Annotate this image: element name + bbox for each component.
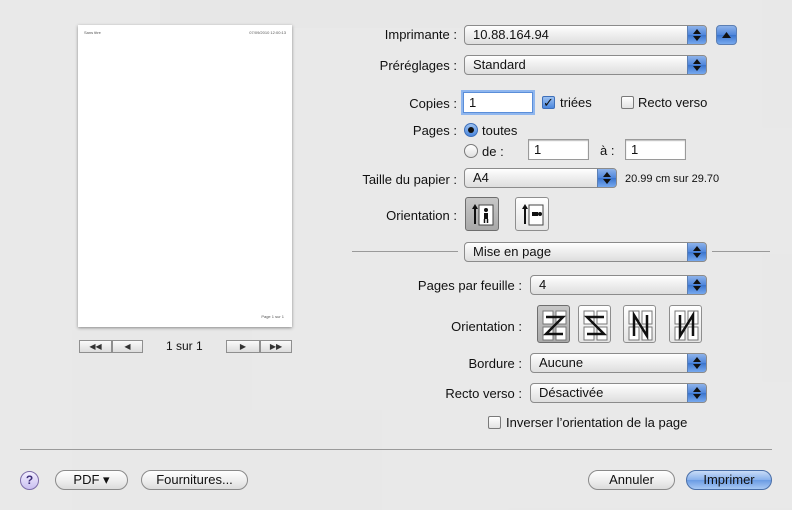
popup-arrows-icon <box>687 56 706 74</box>
border-select[interactable]: Aucune <box>530 353 707 373</box>
preview-header-right: 07/09/2010 12:00:13 <box>249 30 286 35</box>
layout-z-button[interactable] <box>537 305 570 343</box>
footer-separator <box>20 449 772 450</box>
portrait-orientation-button[interactable] <box>465 197 499 231</box>
reverse-orientation-label: Inverser l’orientation de la page <box>506 415 688 430</box>
collapse-details-button[interactable] <box>716 25 737 45</box>
reverse-orientation-checkbox[interactable] <box>488 416 501 429</box>
pages-per-sheet-value: 4 <box>539 277 547 292</box>
orientation-label: Orientation : <box>386 208 457 223</box>
supplies-button[interactable]: Fournitures... <box>141 470 248 490</box>
duplex-checkbox[interactable] <box>621 96 634 109</box>
pages-from-input[interactable]: 1 <box>528 139 589 160</box>
presets-select[interactable]: Standard <box>464 55 707 75</box>
paper-size-label: Taille du papier : <box>362 172 457 187</box>
pages-per-sheet-label: Pages par feuille : <box>417 278 522 293</box>
pages-label: Pages : <box>412 123 457 138</box>
first-page-button[interactable]: ◀◀ <box>79 340 112 353</box>
triangle-up-icon <box>722 32 731 38</box>
printer-value: 10.88.164.94 <box>473 27 549 42</box>
section-separator-left <box>352 251 458 252</box>
presets-label: Préréglages : <box>379 58 457 73</box>
collated-checkbox[interactable]: ✓ <box>542 96 555 109</box>
layout-reverse-n-button[interactable] <box>669 305 702 343</box>
pages-all-radio[interactable] <box>464 123 478 137</box>
preview-header-left: Sans titre <box>84 30 101 35</box>
layout-reverse-n-icon <box>674 310 699 341</box>
layout-n-icon <box>628 310 653 341</box>
print-dialog: Sans titre 07/09/2010 12:00:13 Page 1 su… <box>0 0 792 510</box>
pages-all-label: toutes <box>482 123 518 138</box>
copies-label: Copies : <box>409 96 457 111</box>
two-sided-label: Recto verso : <box>445 386 522 401</box>
previous-page-button[interactable]: ◀ <box>112 340 143 353</box>
popup-arrows-icon <box>687 354 706 372</box>
duplex-label: Recto verso <box>638 95 708 110</box>
landscape-icon <box>522 204 544 226</box>
two-sided-select[interactable]: Désactivée <box>530 383 707 403</box>
print-button[interactable]: Imprimer <box>686 470 772 490</box>
border-label: Bordure : <box>468 356 522 371</box>
layout-n-button[interactable] <box>623 305 656 343</box>
next-page-button[interactable]: ▶ <box>226 340 260 353</box>
paper-size-value: A4 <box>473 170 489 185</box>
pages-to-input[interactable]: 1 <box>625 139 686 160</box>
popup-arrows-icon <box>687 243 706 261</box>
popup-arrows-icon <box>687 276 706 294</box>
paper-size-select[interactable]: A4 <box>464 168 617 188</box>
two-sided-value: Désactivée <box>539 385 604 400</box>
section-select[interactable]: Mise en page <box>464 242 707 262</box>
paper-dimensions: 20.99 cm sur 29.70 <box>625 173 720 185</box>
layout-direction-label: Orientation : <box>451 319 522 334</box>
collated-label: triées <box>560 95 592 110</box>
copies-input[interactable]: 1 <box>463 92 533 113</box>
border-value: Aucune <box>539 355 584 370</box>
portrait-icon <box>472 204 494 226</box>
layout-reverse-z-button[interactable] <box>578 305 611 343</box>
printer-select[interactable]: 10.88.164.94 <box>464 25 707 45</box>
pages-to-label: à : <box>600 143 615 158</box>
pages-range-label: de : <box>482 144 504 159</box>
pages-per-sheet-select[interactable]: 4 <box>530 275 707 295</box>
section-value: Mise en page <box>473 244 552 259</box>
help-button[interactable]: ? <box>20 471 39 490</box>
popup-arrows-icon <box>687 26 706 44</box>
section-separator-right <box>712 251 770 252</box>
preview-footer: Page 1 sur 1 <box>261 314 284 319</box>
pages-range-radio[interactable] <box>464 144 478 158</box>
last-page-button[interactable]: ▶▶ <box>260 340 292 353</box>
page-counter: 1 sur 1 <box>166 339 203 353</box>
popup-arrows-icon <box>687 384 706 402</box>
cancel-button[interactable]: Annuler <box>588 470 675 490</box>
landscape-orientation-button[interactable] <box>515 197 549 231</box>
page-preview: Sans titre 07/09/2010 12:00:13 Page 1 su… <box>78 25 292 327</box>
presets-value: Standard <box>473 57 526 72</box>
popup-arrows-icon <box>597 169 616 187</box>
pdf-menu-button[interactable]: PDF ▾ <box>55 470 128 490</box>
layout-reverse-z-icon <box>583 310 608 341</box>
layout-z-icon <box>542 310 567 341</box>
printer-label: Imprimante : <box>384 27 457 42</box>
